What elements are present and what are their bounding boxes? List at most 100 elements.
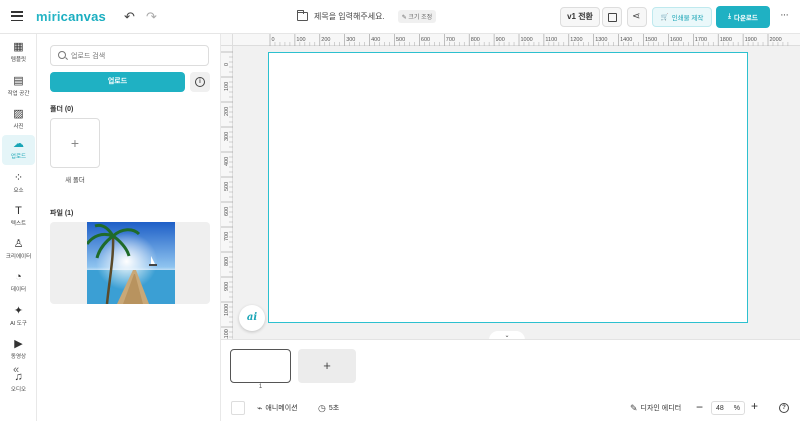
help-icon[interactable]: ? — [779, 403, 789, 413]
undo-icon[interactable]: ↶ — [124, 9, 135, 25]
ruler-label: 500 — [224, 182, 230, 191]
ruler-label: 200 — [224, 107, 230, 116]
add-folder-button[interactable]: + — [50, 118, 100, 168]
rail-item-label: 동영상 — [10, 354, 27, 360]
info-icon: i — [195, 77, 205, 87]
rail-item-8[interactable]: ✦ AI 도구 — [2, 302, 35, 332]
upload-button[interactable]: 업로드 — [50, 72, 185, 92]
ruler-label: 100 — [296, 37, 305, 43]
design-editor-label: 디자인 에디터 — [640, 405, 682, 412]
share-button[interactable]: ⋖ — [627, 7, 647, 27]
ruler-label: 900 — [224, 282, 230, 291]
search-box[interactable] — [50, 45, 209, 66]
rail-item-0[interactable]: ▦ 템플릿 — [2, 38, 35, 68]
rail-item-label: 사진 — [13, 124, 24, 130]
zoom-value[interactable]: 48 — [716, 405, 724, 412]
rail-item-7[interactable]: ◔ 데이터 — [2, 268, 35, 298]
rail-item-5[interactable]: T 텍스트 — [2, 202, 35, 232]
ruler-label: 1100 — [545, 37, 557, 43]
timer-icon: ◷ — [318, 403, 326, 413]
logo[interactable]: miricanvas — [36, 9, 106, 24]
save-icon — [608, 13, 617, 22]
zoom-out-icon[interactable]: − — [696, 400, 703, 414]
top-bar: miricanvas ↶ ↷ 제목을 입력해주세요. ✎ 크기 조정 v1 전환… — [0, 0, 800, 34]
ai-assistant-button[interactable]: ai — [239, 305, 265, 331]
left-rail: ▦ 템플릿 ▤ 작업 공간 ▨ 사진 ☁ 업로드 ⁘ 요소 T 텍스트 ♙ 크리에이터 ◔ 데이터 ✦ AI 도구… — [0, 34, 37, 421]
duration-button[interactable]: ◷ 5초 — [318, 403, 339, 413]
rail-item-label: 오디오 — [10, 387, 27, 393]
page-thumbnail[interactable] — [230, 349, 291, 383]
ruler-label: 700 — [446, 37, 455, 43]
zoom-in-icon[interactable]: + — [751, 399, 758, 413]
print-order-button[interactable]: 🛒 인쇄물 제작 — [652, 7, 712, 27]
horizontal-ruler: 0 100 200 300 400 500 600 700 800 900 1000 1100 1200… — [233, 34, 800, 46]
background-color-swatch[interactable] — [231, 401, 245, 415]
menu-icon[interactable] — [11, 11, 23, 22]
animation-button[interactable]: ⌁ 애니메이션 — [257, 403, 298, 413]
redo-icon[interactable]: ↷ — [146, 9, 157, 25]
creator-icon: ♙ — [13, 238, 24, 250]
rail-item-4[interactable]: ⁘ 요소 — [2, 169, 35, 199]
ruler-label: 1300 — [595, 37, 607, 43]
video-icon: ▶ — [14, 338, 23, 350]
rail-item-label: 작업 공간 — [7, 91, 30, 97]
ruler-label: 400 — [371, 37, 380, 43]
ai-sparkle-icon: ✦ — [13, 305, 24, 317]
download-button[interactable]: ⤓ 다운로드 — [716, 6, 770, 28]
photo-icon: ▨ — [13, 108, 24, 120]
zoom-input[interactable]: 48% — [711, 401, 745, 415]
rail-item-9[interactable]: ▶ 동영상 — [2, 335, 35, 365]
save-button[interactable] — [602, 7, 622, 27]
rail-item-3[interactable]: ☁ 업로드 — [2, 135, 35, 165]
more-options-icon[interactable]: ··· — [780, 9, 789, 21]
ruler-label: 800 — [224, 257, 230, 266]
pen-icon: ✎ — [630, 403, 638, 413]
ruler-label: 1000 — [224, 304, 230, 316]
ruler-label: 300 — [224, 132, 230, 141]
rail-item-label: 크리에이터 — [5, 254, 32, 260]
page-number: 1 — [258, 384, 263, 390]
ruler-label: 500 — [396, 37, 405, 43]
ruler-label: 2000 — [770, 37, 782, 43]
vertical-ruler: 0 100 200 300 400 500 600 700 800 900 1000 1100 — [221, 46, 233, 339]
collapse-sidebar-icon[interactable]: « — [13, 364, 19, 376]
ruler-label: 1600 — [670, 37, 682, 43]
design-editor-button[interactable]: ✎ 디자인 에디터 — [630, 403, 681, 413]
zoom-unit: % — [733, 404, 740, 412]
ruler-label: 1500 — [645, 37, 657, 43]
ruler-label: 800 — [471, 37, 480, 43]
rail-item-6[interactable]: ♙ 크리에이터 — [2, 235, 35, 265]
rail-item-label: AI 도구 — [10, 321, 27, 327]
cart-icon: 🛒 — [660, 14, 669, 21]
ruler-label: 1900 — [745, 37, 757, 43]
ruler-label: 200 — [321, 37, 330, 43]
rail-item-2[interactable]: ▨ 사진 — [2, 105, 35, 135]
animation-icon: ⌁ — [257, 403, 263, 413]
info-button[interactable]: i — [190, 72, 210, 92]
ruler-label: 0 — [224, 63, 230, 66]
plus-icon: + — [323, 358, 331, 373]
workspace-icon: ▤ — [13, 75, 24, 87]
ruler-label: 1200 — [570, 37, 582, 43]
add-page-button[interactable]: + — [298, 349, 356, 383]
resize-label: 크기 조정 — [408, 15, 433, 21]
ruler-label: 1700 — [695, 37, 707, 43]
design-canvas[interactable] — [268, 52, 748, 323]
document-title[interactable]: 제목을 입력해주세요. — [314, 11, 385, 22]
version-switch-button[interactable]: v1 전환 — [560, 7, 600, 27]
animation-label: 애니메이션 — [265, 405, 298, 412]
ruler-label: 700 — [224, 232, 230, 241]
uploaded-file[interactable] — [50, 222, 210, 304]
search-input[interactable] — [71, 50, 201, 62]
folder-icon[interactable] — [297, 10, 308, 21]
rail-item-label: 업로드 — [10, 154, 27, 160]
bottom-bar: ⌁ 애니메이션 ◷ 5초 ✎ 디자인 에디터 − 48% + ? — [221, 395, 800, 421]
plus-icon: + — [70, 135, 80, 151]
rail-item-label: 요소 — [13, 188, 24, 194]
folders-heading: 폴더 (0) — [50, 106, 74, 113]
rail-item-label: 텍스트 — [10, 221, 27, 227]
ruler-corner — [221, 34, 233, 46]
rail-item-1[interactable]: ▤ 작업 공간 — [2, 72, 35, 102]
resize-button[interactable]: ✎ 크기 조정 — [397, 10, 437, 23]
file-thumbnail[interactable] — [87, 222, 175, 304]
